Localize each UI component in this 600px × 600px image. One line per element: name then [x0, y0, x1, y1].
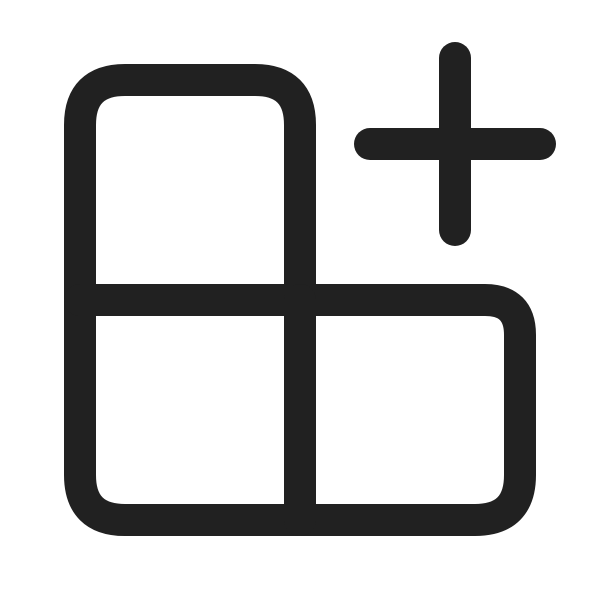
apps-add-icon	[0, 0, 600, 600]
icon-canvas	[0, 0, 600, 600]
apps-add-icon-svg	[64, 42, 556, 536]
